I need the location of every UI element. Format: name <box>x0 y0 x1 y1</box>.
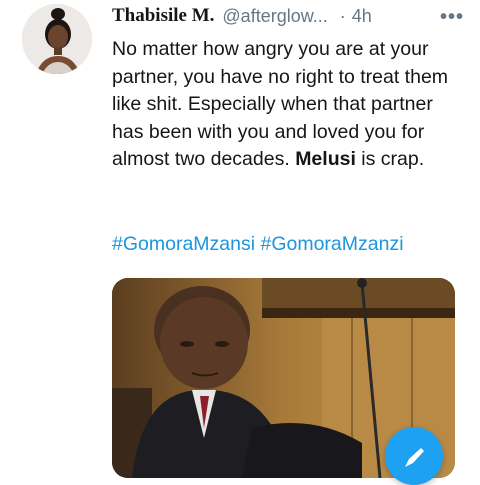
tweet-header: Thabisile M. @afterglow... · 4h ••• <box>112 4 464 28</box>
tweet-text-part: is crap. <box>355 148 425 170</box>
author-handle[interactable]: @afterglow... <box>222 6 327 27</box>
compose-tweet-button[interactable] <box>385 427 443 485</box>
hashtag-link[interactable]: #GomoraMzanzi <box>260 233 403 255</box>
hashtags: #GomoraMzansi #GomoraMzanzi <box>112 233 404 256</box>
author-name[interactable]: Thabisile M. <box>112 5 214 27</box>
hashtag-link[interactable]: #GomoraMzansi <box>112 233 255 255</box>
mention-melusi: Melusi <box>295 148 356 170</box>
more-options-icon[interactable]: ••• <box>440 6 464 29</box>
separator-dot: · <box>339 5 346 26</box>
tweet-timestamp[interactable]: 4h <box>352 6 372 27</box>
avatar[interactable] <box>22 4 92 74</box>
tweet-text: No matter how angry you are at your part… <box>112 36 467 174</box>
compose-icon <box>405 448 424 467</box>
